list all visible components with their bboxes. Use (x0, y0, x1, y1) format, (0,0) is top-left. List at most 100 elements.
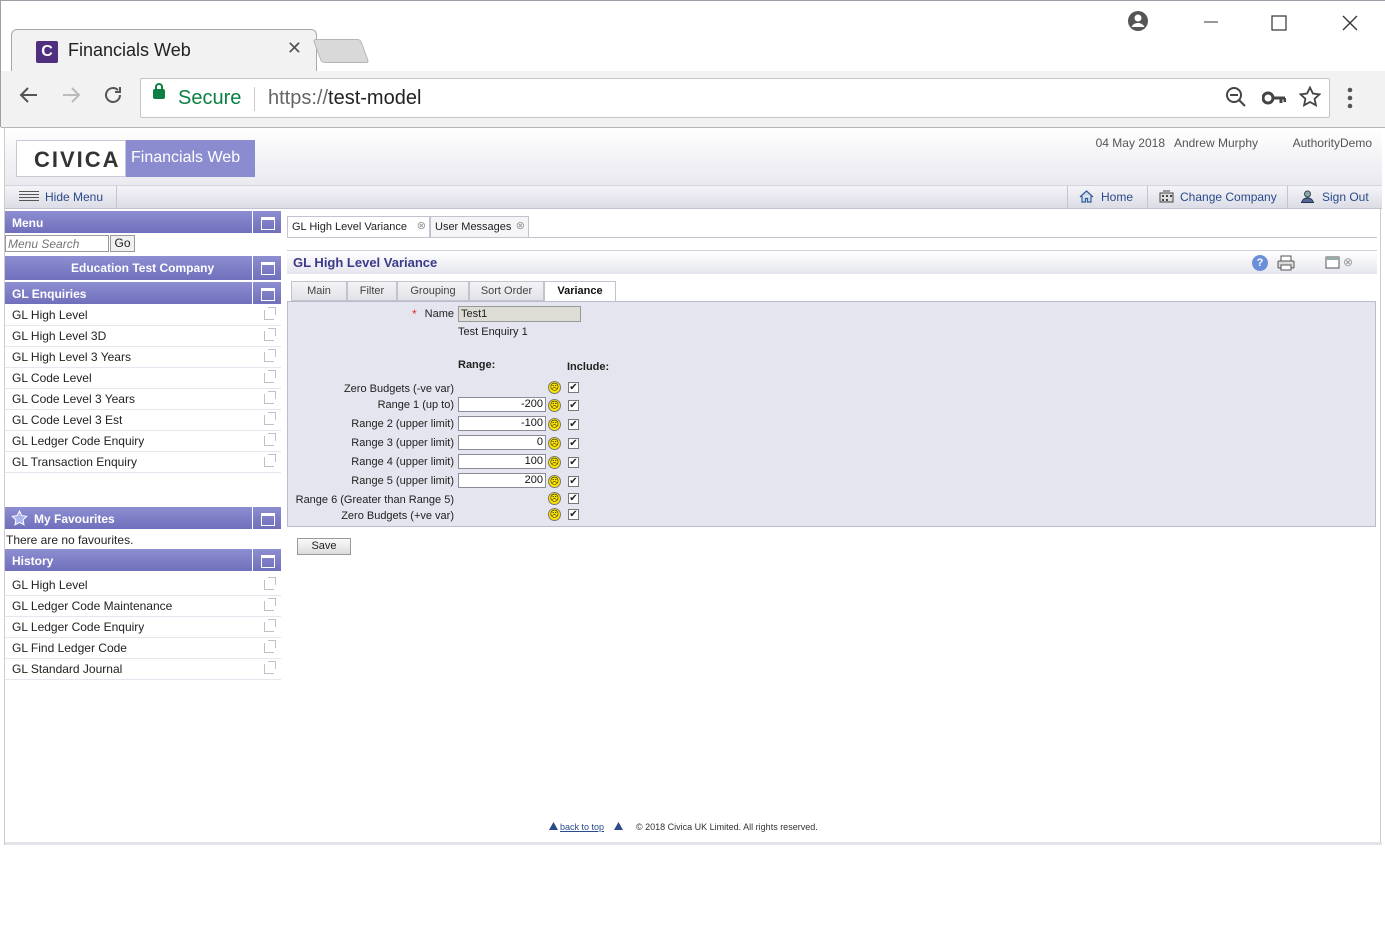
nav-item-gl-code-level[interactable]: GL Code Level (5, 368, 281, 389)
open-external-icon[interactable] (264, 640, 276, 653)
open-external-icon[interactable] (264, 349, 276, 362)
bookmark-star-icon[interactable] (1298, 85, 1322, 114)
back-to-top-link[interactable]: back to top (560, 822, 604, 832)
window-icon[interactable] (1325, 255, 1341, 271)
url-host: test-model (328, 87, 422, 109)
minimize-icon[interactable] (1203, 9, 1219, 30)
gl-enquiries-title: GL Enquiries (12, 287, 87, 301)
new-tab-button[interactable] (312, 39, 370, 63)
history-header: History (5, 549, 281, 571)
include-checkbox[interactable]: ✔ (568, 419, 579, 430)
history-item-label: GL Standard Journal (12, 662, 123, 676)
history-item[interactable]: GL Ledger Code Enquiry (5, 617, 281, 638)
browser-menu-icon[interactable] (1347, 87, 1353, 116)
browser-window: C Financials Web ✕ Secure https://test-m… (0, 0, 1385, 128)
nav-item-gl-high-level-3-years[interactable]: GL High Level 3 Years (5, 347, 281, 368)
close-window-icon[interactable] (1342, 15, 1358, 36)
tab-main[interactable]: Main (291, 281, 347, 301)
range-5-input[interactable]: 200 (458, 473, 546, 488)
change-company-button[interactable]: Change Company (1147, 186, 1287, 208)
nav-item-gl-code-level-3-years[interactable]: GL Code Level 3 Years (5, 389, 281, 410)
include-checkbox[interactable]: ✔ (568, 400, 579, 411)
doc-tab-gl-high-level-variance[interactable]: GL High Level Variance ⊗ (287, 216, 430, 238)
range-3-input[interactable]: 0 (458, 435, 546, 450)
include-checkbox[interactable]: ✔ (568, 509, 579, 520)
browser-tabstrip: C Financials Web ✕ (1, 1, 1385, 72)
company-panel-toggle-icon[interactable] (252, 256, 281, 280)
close-doc-tab-icon[interactable]: ⊗ (516, 219, 525, 232)
nav-item-gl-high-level[interactable]: GL High Level (5, 305, 281, 326)
maximize-icon[interactable] (1271, 15, 1287, 36)
home-button[interactable]: Home (1067, 186, 1147, 208)
home-icon (1079, 190, 1094, 203)
range-4-input[interactable]: 100 (458, 454, 546, 469)
reload-icon[interactable] (101, 83, 125, 114)
nav-item-gl-high-level-3d[interactable]: GL High Level 3D (5, 326, 281, 347)
history-item[interactable]: GL Find Ledger Code (5, 638, 281, 659)
open-external-icon[interactable] (264, 619, 276, 632)
history-item[interactable]: GL High Level (5, 575, 281, 596)
open-external-icon[interactable] (264, 412, 276, 425)
open-external-icon[interactable] (264, 391, 276, 404)
close-tab-icon[interactable]: ✕ (287, 38, 302, 59)
menu-search-input[interactable] (5, 235, 109, 252)
row-label-range-5: Range 5 (upper limit) (351, 475, 454, 487)
close-doc-tab-icon[interactable]: ⊗ (417, 219, 426, 232)
row-label-zero-budgets-neg: Zero Budgets (-ve var) (343, 383, 454, 395)
include-checkbox[interactable]: ✔ (568, 493, 579, 504)
back-icon[interactable] (17, 83, 41, 114)
include-checkbox[interactable]: ✔ (568, 457, 579, 468)
address-bar[interactable]: Secure https://test-model (140, 78, 1330, 118)
nav-item-gl-ledger-code-enquiry[interactable]: GL Ledger Code Enquiry (5, 431, 281, 452)
browser-tab[interactable]: C Financials Web ✕ (11, 29, 317, 72)
open-external-icon[interactable] (264, 307, 276, 320)
nav-item-label: GL Code Level (12, 371, 92, 385)
tab-variance[interactable]: Variance (544, 281, 616, 302)
secure-label: Secure (178, 87, 242, 109)
tab-sort-order[interactable]: Sort Order (469, 281, 544, 301)
history-item[interactable]: GL Ledger Code Maintenance (5, 596, 281, 617)
open-external-icon[interactable] (264, 328, 276, 341)
menu-panel-toggle-icon[interactable] (252, 211, 281, 233)
profile-icon[interactable] (1127, 10, 1149, 37)
close-form-icon[interactable]: ⊗ (1343, 255, 1359, 271)
row-label-range-6: Range 6 (Greater than Range 5) (295, 494, 454, 506)
sign-out-button[interactable]: Sign Out (1287, 186, 1382, 208)
tab-grouping[interactable]: Grouping (397, 281, 469, 301)
open-external-icon[interactable] (264, 598, 276, 611)
print-icon[interactable] (1277, 255, 1295, 271)
url-scheme: https:// (268, 87, 329, 109)
open-external-icon[interactable] (264, 454, 276, 467)
history-item-label: GL High Level (12, 578, 88, 592)
open-external-icon[interactable] (264, 370, 276, 383)
url-text[interactable]: https://test-model (268, 87, 421, 110)
history-toggle-icon[interactable] (252, 549, 281, 571)
open-external-icon[interactable] (264, 577, 276, 590)
favourites-toggle-icon[interactable] (252, 507, 281, 529)
save-button[interactable]: Save (297, 538, 351, 555)
tab-label: Variance (557, 285, 603, 297)
doc-tab-user-messages[interactable]: User Messages ⊗ (430, 216, 529, 238)
key-icon[interactable] (1261, 89, 1287, 112)
include-checkbox[interactable]: ✔ (568, 476, 579, 487)
tab-filter[interactable]: Filter (347, 281, 397, 301)
menu-search-go-button[interactable]: Go (110, 235, 135, 252)
zoom-out-icon[interactable] (1225, 86, 1247, 114)
history-item[interactable]: GL Standard Journal (5, 659, 281, 680)
name-input[interactable]: Test1 (458, 306, 581, 322)
range-1-input[interactable]: -200 (458, 397, 546, 412)
row-label-range-1: Range 1 (up to) (377, 399, 454, 411)
nav-item-gl-code-level-3-est[interactable]: GL Code Level 3 Est (5, 410, 281, 431)
forward-icon[interactable] (59, 83, 83, 114)
open-external-icon[interactable] (264, 433, 276, 446)
include-checkbox[interactable]: ✔ (568, 438, 579, 449)
range-2-input[interactable]: -100 (458, 416, 546, 431)
sad-face-icon: ☹ (548, 508, 561, 521)
help-icon[interactable]: ? (1252, 255, 1268, 271)
gl-enquiries-toggle-icon[interactable] (252, 282, 281, 304)
include-checkbox[interactable]: ✔ (568, 382, 579, 393)
footer: back to top © 2018 Civica UK Limited. Al… (5, 821, 1382, 841)
open-external-icon[interactable] (264, 661, 276, 674)
hide-menu-button[interactable]: Hide Menu (5, 186, 117, 208)
nav-item-gl-transaction-enquiry[interactable]: GL Transaction Enquiry (5, 452, 281, 473)
